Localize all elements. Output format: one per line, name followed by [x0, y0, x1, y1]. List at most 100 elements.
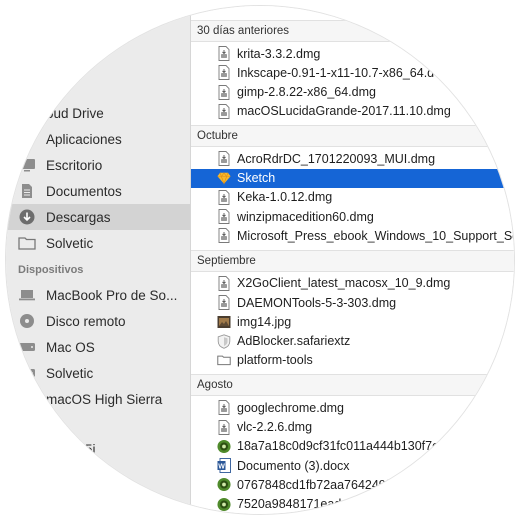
file-row[interactable]: macOSLucidaGrande-2017.11.10.dmg [191, 102, 514, 121]
sidebar-section-devices: Dispositivos [18, 264, 84, 276]
sidebar-item-label: Disco remoto [46, 313, 126, 329]
sidebar-item-label: -ar3o55i [46, 441, 96, 457]
file-name: Inkscape-0.91-1-x11-10.7-x86_64.d [237, 65, 435, 80]
file-name: gimp-2.8.22-x86_64.dmg [237, 85, 376, 100]
file-row[interactable]: krita-3.3.2.dmg [191, 44, 514, 63]
folder-icon [217, 352, 231, 368]
file-row[interactable]: Microsoft_Press_ebook_Windows_10_Support… [191, 226, 514, 245]
sidebar-item-label: Mac OS [46, 339, 95, 355]
file-row[interactable]: winzipmacedition60.dmg [191, 207, 514, 226]
sidebar-device-macos-high-sierra[interactable]: macOS High Sierra [6, 386, 190, 412]
laptop-icon [18, 287, 36, 303]
document-icon [18, 183, 36, 199]
sidebar-item-label: Solvetic [46, 235, 94, 251]
sidebar-device-macbook-pro-de-so-[interactable]: MacBook Pro de So... [6, 282, 190, 308]
file-name: DAEMONTools-5-3-303.dmg [237, 295, 397, 310]
applications-icon [18, 131, 36, 147]
file-row[interactable]: Sketch [191, 168, 514, 188]
file-row[interactable]: AcroRdrDC_1701220093_MUI.dmg [191, 149, 514, 168]
sidebar-section-shared: s [18, 418, 25, 430]
dmg-icon [217, 228, 231, 244]
file-name: Sketch [237, 171, 276, 185]
section-header: Septiembre [191, 249, 514, 272]
sidebar-device-mac-os[interactable]: Mac OS [6, 334, 190, 360]
file-name: Microsoft_Press_ebook_Windows_10_Support… [237, 228, 514, 243]
sidebar-item-documentos[interactable]: Documentos [6, 178, 190, 204]
sidebar-item-label: ites [46, 79, 68, 95]
file-list: 30 días anteriores krita-3.3.2.dmg Inkscap… [191, 6, 514, 514]
dmg-icon [217, 275, 231, 291]
sidebar-device-solvetic[interactable]: Solvetic [6, 360, 190, 386]
globe-icon [217, 438, 231, 454]
file-row[interactable]: 7520a9848171eadc9f0 [191, 495, 514, 514]
sidebar-item-solvetic[interactable]: Solvetic [6, 230, 190, 256]
dmg-icon [217, 84, 231, 100]
sidebar-shared-item[interactable]: -ar3o55i [6, 436, 190, 462]
sidebar-item-label: oud Drive [46, 105, 104, 121]
sidebar-item-oud-drive[interactable]: oud Drive [6, 100, 190, 126]
file-row[interactable]: Keka-1.0.12.dmg [191, 188, 514, 207]
word-icon: W [217, 458, 231, 474]
file-row[interactable]: W Documento (3).docx [191, 456, 514, 475]
file-name: X2GoClient_latest_macosx_10_9.dmg [237, 276, 451, 291]
sidebar-item-label: Descargas [46, 209, 111, 225]
dmg-icon [217, 151, 231, 167]
file-row[interactable]: AdBlocker.safariextz [191, 332, 514, 351]
file-row[interactable]: 0767848cd1fb72aa764249f6 [191, 475, 514, 494]
disc-icon [18, 313, 36, 329]
drive-icon [18, 339, 36, 355]
file-row[interactable]: img14.jpg [191, 312, 514, 331]
file-name: macOSLucidaGrande-2017.11.10.dmg [237, 104, 451, 119]
sketch-icon [217, 170, 231, 186]
dmg-icon [217, 103, 231, 119]
section-header: Octubre [191, 125, 514, 148]
section-header: 30 días anteriores [191, 20, 514, 42]
sidebar-item-descargas[interactable]: Descargas [6, 204, 190, 230]
dmg-icon [217, 189, 231, 205]
sidebar-device-disco-remoto[interactable]: Disco remoto [6, 308, 190, 334]
sidebar-item-ites[interactable]: ites [6, 74, 190, 100]
network-icon [18, 441, 36, 457]
globe-icon [217, 496, 231, 512]
dmg-icon [217, 65, 231, 81]
dmg-icon [217, 46, 231, 62]
file-name: 18a7a18c0d9cf31fc011a444b130f7ec [237, 439, 446, 454]
sidebar-item-escritorio[interactable]: Escritorio [6, 152, 190, 178]
file-row[interactable]: 18a7a18c0d9cf31fc011a444b130f7ec [191, 437, 514, 456]
file-name: Documento (3).docx [237, 458, 350, 473]
section-header: Agosto [191, 374, 514, 397]
file-name: winzipmacedition60.dmg [237, 209, 374, 224]
sidebar: ites oud Drive Aplicaciones Escritorio Docum… [6, 6, 191, 514]
dmg-icon [217, 419, 231, 435]
dmg-icon [217, 295, 231, 311]
file-row[interactable]: platform-tools [191, 351, 514, 370]
file-name: Keka-1.0.12.dmg [237, 190, 333, 205]
drive-icon [18, 391, 36, 407]
file-row[interactable]: gimp-2.8.22-x86_64.dmg [191, 83, 514, 102]
file-row[interactable]: vlc-2.2.6.dmg [191, 418, 514, 437]
file-name: 0767848cd1fb72aa764249f6 [237, 477, 397, 492]
recents-icon [18, 79, 36, 95]
sidebar-item-aplicaciones[interactable]: Aplicaciones [6, 126, 190, 152]
file-name: platform-tools [237, 353, 313, 368]
folder-icon [18, 235, 36, 251]
file-row[interactable]: Inkscape-0.91-1-x11-10.7-x86_64.d [191, 63, 514, 82]
file-row[interactable]: googlechrome.dmg [191, 398, 514, 417]
file-name: img14.jpg [237, 314, 292, 329]
cloud-icon [18, 105, 36, 121]
sidebar-item-label: Documentos [46, 183, 122, 199]
shield-icon [217, 333, 231, 349]
file-name: AdBlocker.safariextz [237, 334, 351, 349]
sidebar-item-label: MacBook Pro de So... [46, 287, 178, 303]
file-name: krita-3.3.2.dmg [237, 46, 321, 61]
sidebar-item-label: Solvetic [46, 365, 94, 381]
file-row[interactable]: DAEMONTools-5-3-303.dmg [191, 293, 514, 312]
sidebar-item-label: Escritorio [46, 157, 103, 173]
image-icon [217, 314, 231, 330]
drive-icon [18, 365, 36, 381]
dmg-icon [217, 209, 231, 225]
globe-icon [217, 477, 231, 493]
sidebar-item-label: macOS High Sierra [46, 391, 163, 407]
file-row[interactable]: X2GoClient_latest_macosx_10_9.dmg [191, 274, 514, 293]
finder-window-circle-crop: ites oud Drive Aplicaciones Escritorio Docum… [6, 6, 514, 514]
